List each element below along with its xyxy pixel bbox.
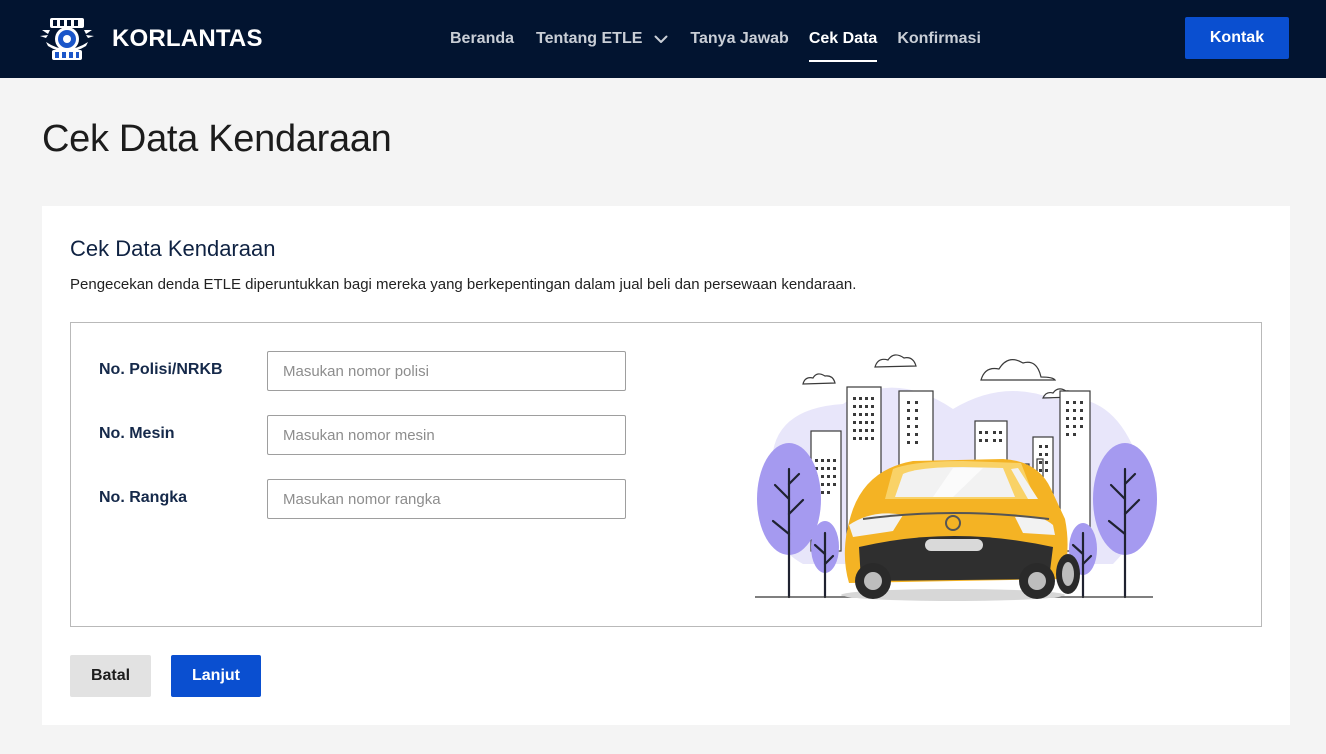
nav-item-label: Tanya Jawab [690,30,789,47]
form-row-rangka: No. Rangka [71,479,631,519]
nrkb-label: No. Polisi/NRKB [99,361,223,378]
nav-item-konfirmasi[interactable]: Konfirmasi [897,0,981,78]
yellow-car-city-illustration [755,354,1157,601]
next-button[interactable]: Lanjut [171,655,261,697]
nav-item-label: Tentang ETLE [536,30,643,47]
chassis-number-input[interactable] [267,479,626,519]
engine-number-input[interactable] [267,415,626,455]
nav-item-tentang-etle[interactable]: Tentang ETLE [536,0,668,78]
nav-item-beranda[interactable]: Beranda [450,0,514,78]
contact-button[interactable]: Kontak [1185,17,1289,59]
card-title: Cek Data Kendaraan [70,236,276,261]
nav-item-label: Beranda [450,30,515,47]
nav-item-cek-data[interactable]: Cek Data [808,0,878,78]
check-data-card: Cek Data Kendaraan Pengecekan denda ETLE… [42,206,1290,725]
chevron-down-icon [654,35,668,44]
main-nav: Beranda Tentang ETLE Tanya Jawab Cek Dat… [450,0,981,78]
page-title: Cek Data Kendaraan [42,118,392,160]
nav-item-tanya-jawab[interactable]: Tanya Jawab [690,0,788,78]
brand[interactable]: KORLANTAS [40,12,263,66]
engine-number-label: No. Mesin [99,425,175,442]
form-row-nrkb: No. Polisi/NRKB [71,351,631,391]
nrkb-input[interactable] [267,351,626,391]
korlantas-emblem-icon [40,18,94,60]
top-navbar: KORLANTAS Beranda Tentang ETLE Tanya Jaw… [0,0,1326,78]
chassis-number-label: No. Rangka [99,489,188,506]
form-row-mesin: No. Mesin [71,415,631,455]
card-description: Pengecekan denda ETLE diperuntukkan bagi… [70,276,857,293]
nav-item-label: Cek Data [808,30,878,47]
brand-name: KORLANTAS [112,25,263,52]
vehicle-form: No. Polisi/NRKB No. Mesin No. Rangka [70,322,1262,627]
cancel-button[interactable]: Batal [70,655,151,697]
nav-item-label: Konfirmasi [897,30,981,47]
